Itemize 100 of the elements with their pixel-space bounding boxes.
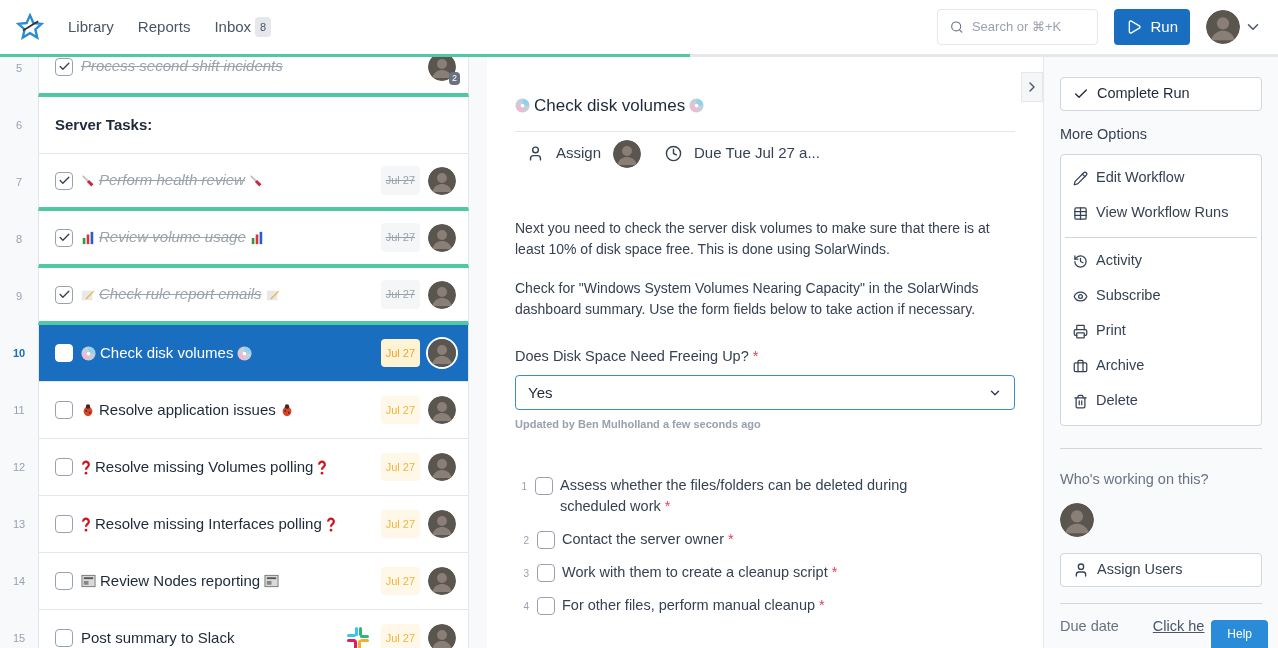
checkbox[interactable] <box>534 476 553 495</box>
task-row[interactable]: Resolve missing Volumes polling Jul 27 <box>38 439 469 496</box>
checkbox[interactable] <box>55 401 73 419</box>
task-heading: Check disk volumes <box>534 95 686 117</box>
line-number: 2 <box>522 533 530 548</box>
edit-icon <box>1073 170 1088 186</box>
assign-users-button[interactable]: Assign Users <box>1060 552 1262 587</box>
task-title: Check disk volumes <box>100 342 234 363</box>
task-row[interactable]: Resolve application issues Jul 27 <box>38 382 469 439</box>
search-icon <box>950 19 964 35</box>
line-number: 14 <box>11 574 27 590</box>
run-button[interactable]: Run <box>1114 9 1190 45</box>
due-date-button[interactable]: Due Tue Jul 27 a... <box>665 142 820 165</box>
checkbox[interactable] <box>55 572 73 590</box>
play-icon <box>1126 19 1143 35</box>
dropdown-field[interactable]: Yes <box>515 375 1015 411</box>
delete-icon <box>1073 393 1088 409</box>
clock-icon <box>665 145 683 162</box>
search-field[interactable]: Search or ⌘+K <box>937 9 1099 45</box>
checkbox[interactable] <box>55 629 73 647</box>
avatar-icon <box>428 396 456 424</box>
star-logo-icon[interactable] <box>16 13 44 41</box>
line-number: 7 <box>14 175 24 191</box>
checkbox[interactable] <box>537 596 555 615</box>
user-icon <box>527 145 544 162</box>
checkbox[interactable] <box>537 563 555 582</box>
subtask-label: Contact the server owner * <box>562 529 734 549</box>
question-mark-icon <box>325 516 336 532</box>
menu-item[interactable]: Print <box>1065 313 1257 349</box>
set-due-date-link[interactable]: Click he <box>1152 615 1205 638</box>
menu-item[interactable]: Archive <box>1065 348 1257 384</box>
check-icon <box>57 60 71 73</box>
section-heading: Server Tasks: <box>38 97 469 154</box>
task-title: Resolve missing Volumes polling <box>95 456 314 477</box>
avatar-icon <box>428 166 456 195</box>
line-number: 12 <box>11 460 27 476</box>
runs-icon <box>1073 205 1088 221</box>
task-title: Process second shift incidents <box>81 57 283 77</box>
complete-run-button[interactable]: Complete Run <box>1060 77 1262 111</box>
nav-link[interactable]: Reports <box>137 15 191 39</box>
task-row[interactable]: Resolve missing Interfaces polling Jul 27 <box>38 496 469 553</box>
task-title: Check rule report emails <box>99 284 262 305</box>
print-icon <box>1073 323 1088 339</box>
task-row[interactable]: Check disk volumes Jul 27 <box>38 325 469 382</box>
avatar-icon <box>428 57 456 81</box>
task-title: Perform health review <box>99 170 245 191</box>
task-title: Review volume usage <box>99 227 246 248</box>
assign-button[interactable]: Assign <box>527 142 602 165</box>
due-date-tag: Jul 27 <box>380 509 420 539</box>
disc-icon <box>689 98 705 114</box>
checkbox[interactable] <box>55 57 73 76</box>
subtask-label: Work with them to create a cleanup script * <box>562 562 838 582</box>
user-icon <box>1073 561 1089 578</box>
line-number: 9 <box>14 289 24 305</box>
checkbox[interactable] <box>55 171 73 190</box>
line-number: 1 <box>520 479 528 494</box>
checkbox[interactable] <box>55 285 73 304</box>
check-icon <box>57 288 71 301</box>
checkbox[interactable] <box>55 228 73 247</box>
menu-item[interactable]: Delete <box>1065 383 1257 419</box>
checkbox[interactable] <box>55 458 73 476</box>
task-title: Resolve application issues <box>99 399 276 420</box>
line-number: 8 <box>14 232 24 248</box>
checkbox[interactable] <box>55 515 73 533</box>
update-note: Updated by Ben Mulholland a few seconds ago <box>515 417 762 433</box>
check-icon <box>57 174 71 187</box>
question-mark-icon <box>81 516 91 532</box>
count-badge: 8 <box>255 16 272 38</box>
help-button[interactable]: Help <box>1211 620 1268 648</box>
task-title: Resolve missing Interfaces polling <box>95 513 322 534</box>
description-paragraph: Check for "Windows System Volumes Nearing Capacity" in the SolarWinds dashboard summary. Use the form fields below to take action if necessary. <box>515 278 980 319</box>
activity-icon <box>1073 253 1088 269</box>
menu-item[interactable]: Edit Workflow <box>1065 160 1257 196</box>
task-row[interactable]: Review Nodes reporting Jul 27 <box>38 553 469 610</box>
nav-link[interactable]: Inbox 8 <box>214 15 272 39</box>
line-number: 6 <box>14 118 24 134</box>
due-date-tag: Jul 27 <box>380 338 420 368</box>
disc-icon <box>515 98 530 114</box>
collapse-button[interactable] <box>1021 72 1043 102</box>
avatar-icon <box>428 624 456 648</box>
due-date-tag: Jul 27 <box>380 223 420 252</box>
question-mark-icon <box>317 459 328 475</box>
task-row[interactable]: Post summary to Slack Jul 27 <box>38 610 469 648</box>
avatar-icon <box>428 453 456 481</box>
due-date-tag: Jul 27 <box>380 623 420 648</box>
line-number: 15 <box>11 631 27 647</box>
menu-item[interactable]: View Workflow Runs <box>1065 195 1257 231</box>
checkbox[interactable] <box>537 530 555 549</box>
task-row[interactable]: Process second shift incidents 2 <box>38 57 469 97</box>
newspaper-icon <box>81 574 96 588</box>
line-number: 5 <box>14 61 24 77</box>
menu-item[interactable]: Activity <box>1065 243 1257 279</box>
menu-item[interactable]: Subscribe <box>1065 278 1257 314</box>
due-date-tag: Jul 27 <box>380 452 420 482</box>
avatar-icon <box>428 223 456 252</box>
field-label: Due date <box>1060 616 1119 636</box>
search-input[interactable]: Search or ⌘+K <box>971 17 1086 37</box>
section-title: Who's working on this? <box>1060 469 1210 489</box>
nav-link[interactable]: Library <box>68 15 114 39</box>
due-date-tag: Jul 27 <box>380 280 420 309</box>
